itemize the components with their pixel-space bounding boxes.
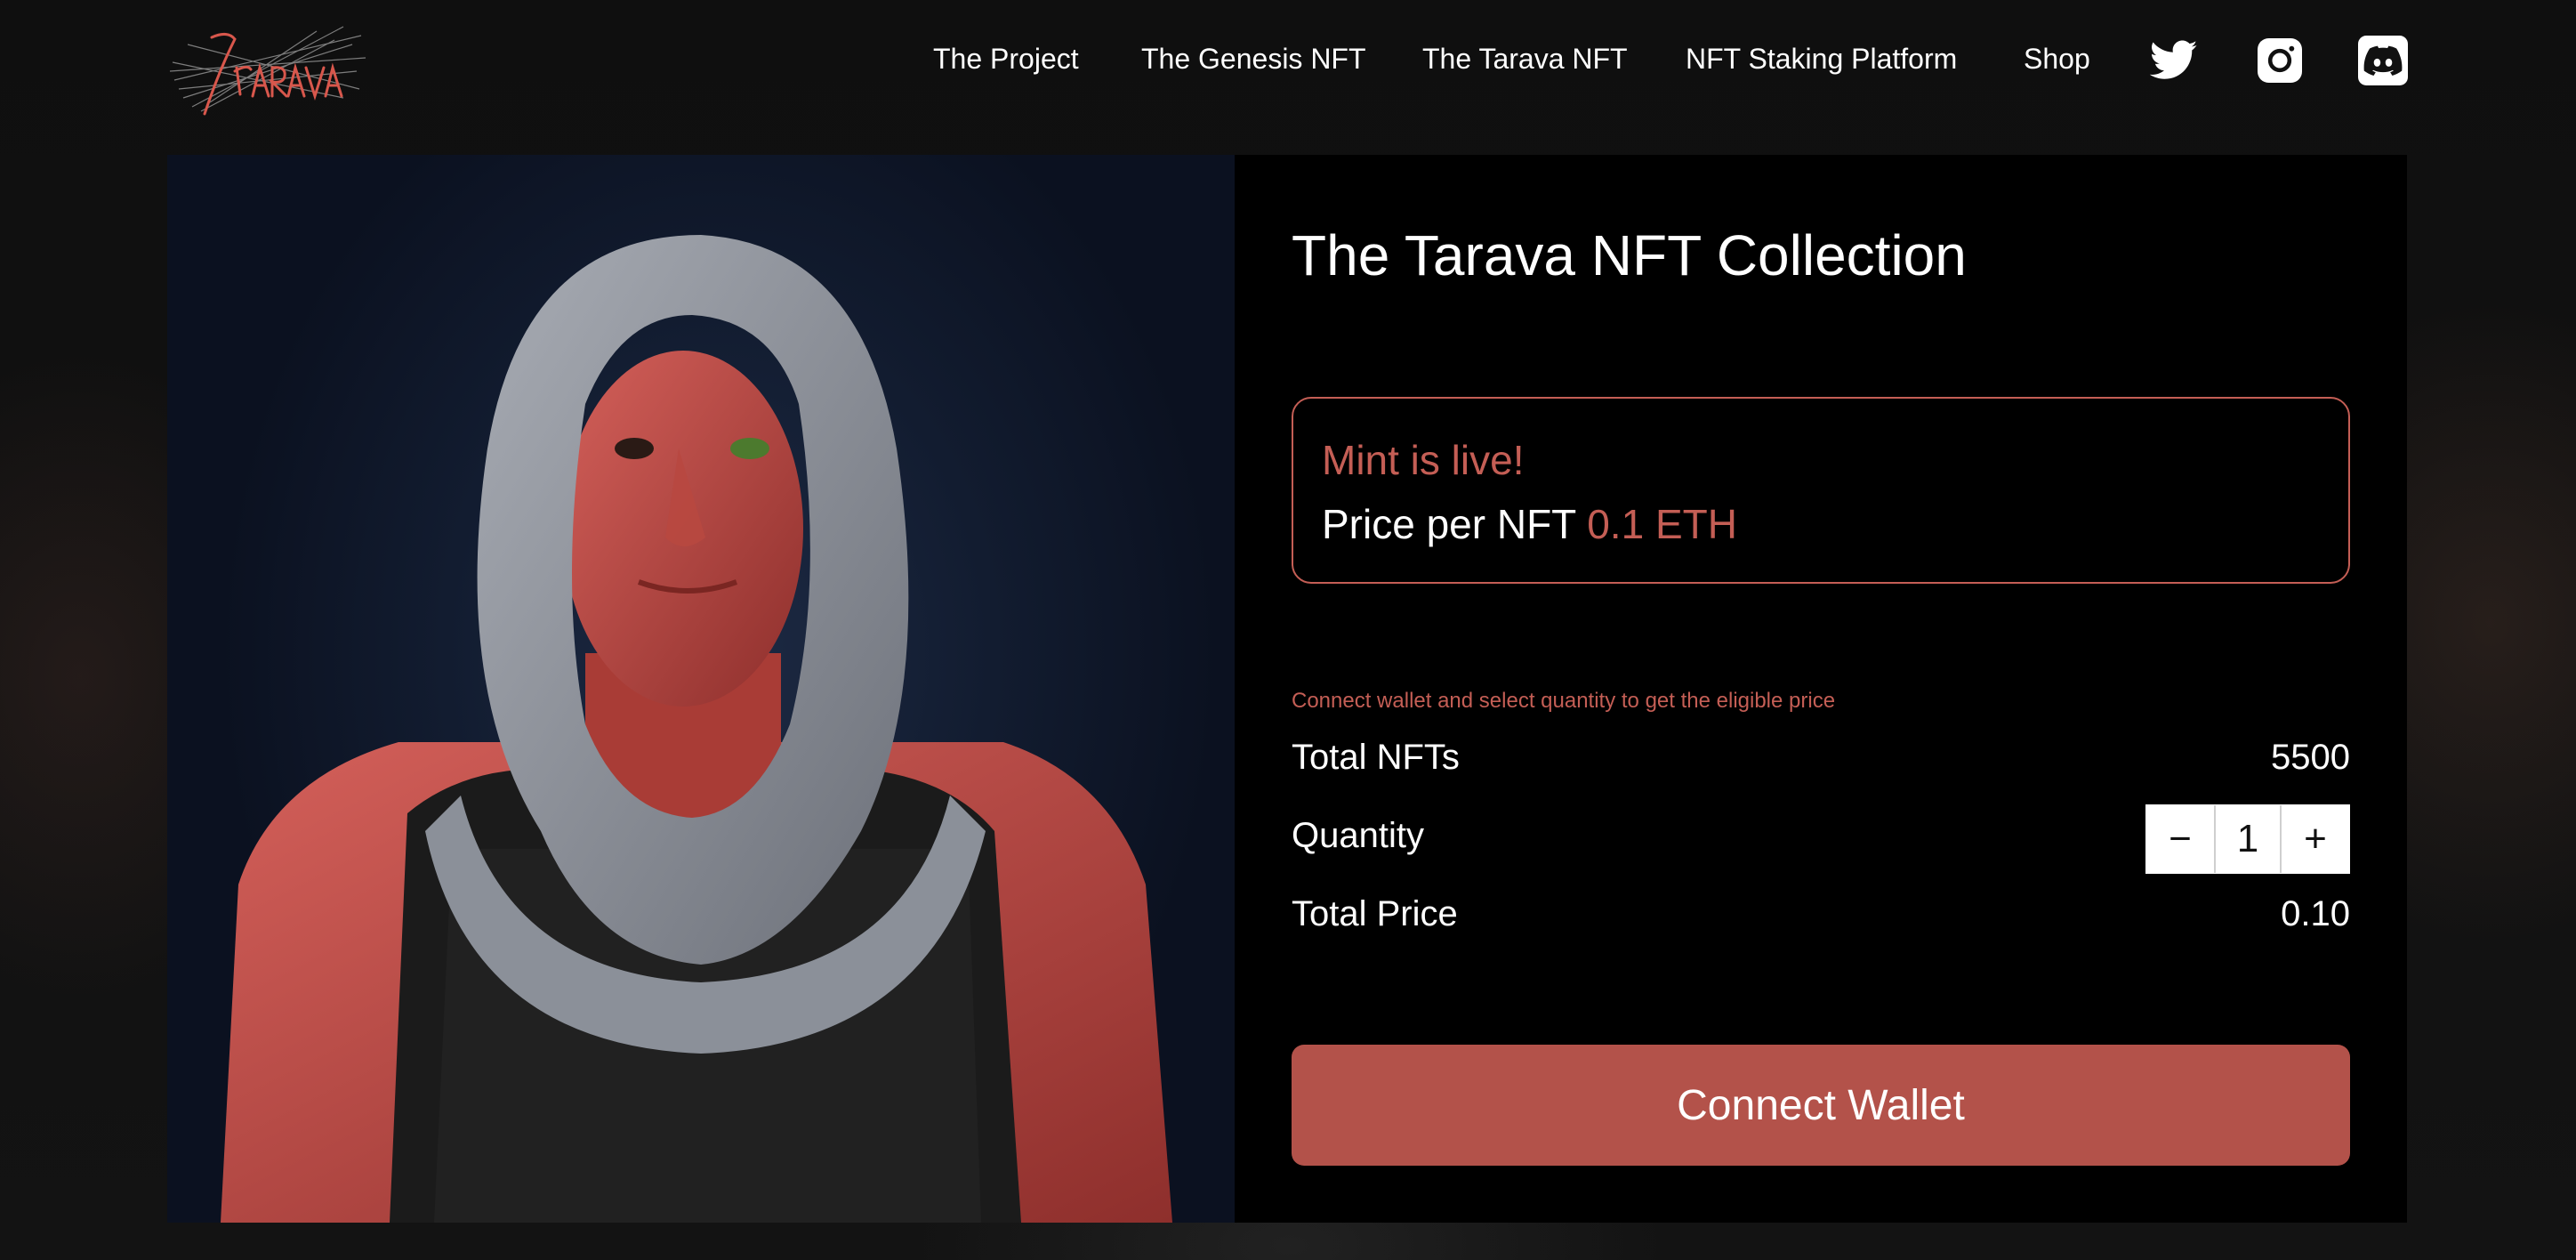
quantity-stepper: − 1 +	[2145, 804, 2350, 874]
collection-title: The Tarava NFT Collection	[1292, 223, 1967, 287]
nav-the-tarava-nft[interactable]: The Tarava NFT	[1422, 43, 1628, 76]
nav-the-project[interactable]: The Project	[933, 43, 1079, 76]
mint-card: The Tarava NFT Collection Mint is live! …	[167, 155, 2407, 1223]
total-nfts-value: 5500	[2271, 738, 2350, 777]
nav-nft-staking-platform[interactable]: NFT Staking Platform	[1686, 43, 1957, 76]
site-header: The Project The Genesis NFT The Tarava N…	[0, 4, 2576, 153]
mint-status: Mint is live!	[1322, 437, 1525, 483]
increment-button[interactable]: +	[2282, 805, 2349, 873]
nav-shop[interactable]: Shop	[2024, 43, 2090, 76]
mint-status-box: Mint is live! Price per NFT 0.1 ETH	[1292, 397, 2350, 584]
total-price-label: Total Price	[1292, 894, 1458, 933]
wallet-hint: Connect wallet and select quantity to ge…	[1292, 689, 1836, 713]
total-nfts-label: Total NFTs	[1292, 738, 1460, 777]
decrement-button[interactable]: −	[2146, 805, 2214, 873]
price-per-nft: Price per NFT 0.1 ETH	[1322, 500, 1737, 548]
nft-artwork-image	[167, 155, 1235, 1223]
tarava-logo[interactable]	[165, 18, 372, 123]
connect-wallet-button[interactable]: Connect Wallet	[1292, 1045, 2350, 1166]
price-value: 0.1 ETH	[1587, 501, 1737, 547]
quantity-label: Quantity	[1292, 816, 1424, 855]
instagram-icon[interactable]	[2255, 36, 2305, 85]
mint-panel: The Tarava NFT Collection Mint is live! …	[1292, 155, 2350, 1223]
quantity-value[interactable]: 1	[2214, 805, 2282, 873]
twitter-icon[interactable]	[2149, 36, 2199, 85]
total-price-value: 0.10	[2281, 894, 2350, 933]
discord-icon[interactable]	[2358, 36, 2408, 85]
price-label: Price per NFT	[1322, 501, 1576, 547]
nav-the-genesis-nft[interactable]: The Genesis NFT	[1141, 43, 1366, 76]
